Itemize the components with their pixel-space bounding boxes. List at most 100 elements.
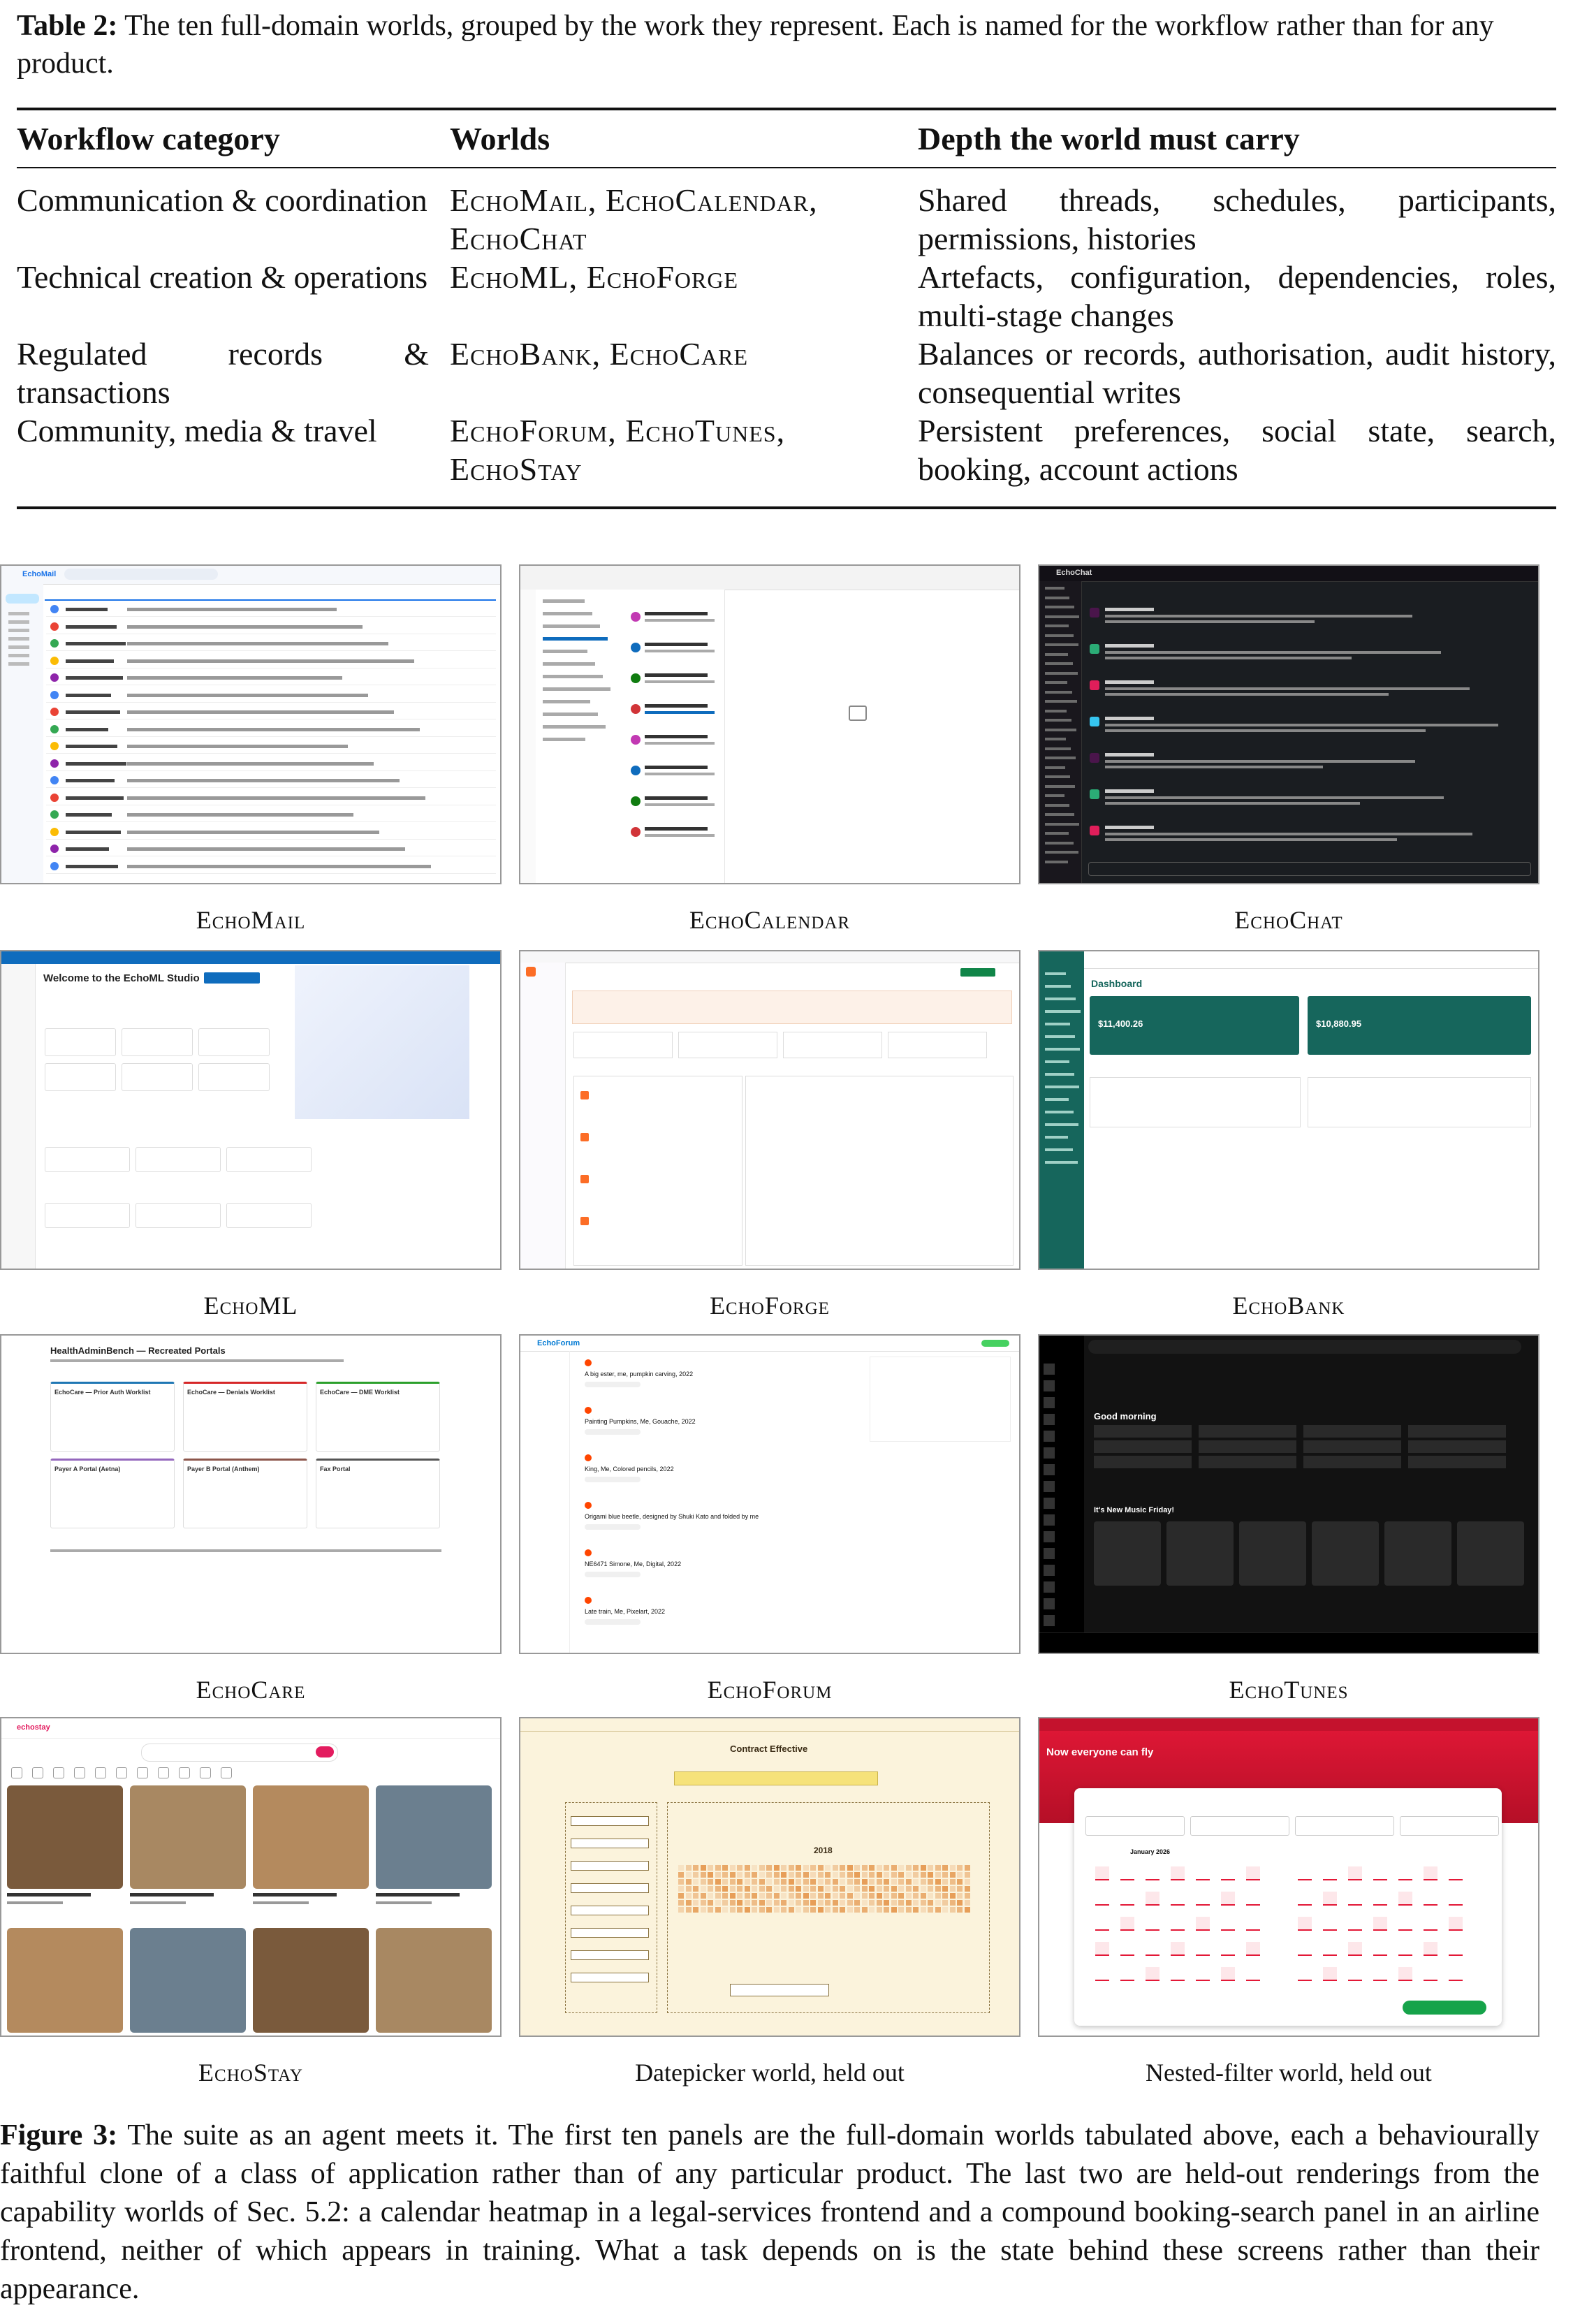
heatmap-cell xyxy=(854,1907,860,1913)
heatmap-cell xyxy=(708,1879,713,1885)
heatmap-cell xyxy=(773,1865,780,1871)
bank-nav-item xyxy=(1045,1161,1078,1164)
heatmap-cell xyxy=(744,1900,750,1906)
calendar-day xyxy=(1398,1967,1412,1981)
post-title: Origami blue beetle, designed by Shuki K… xyxy=(585,1513,759,1520)
heatmap-cell xyxy=(715,1907,721,1913)
mail-subject xyxy=(127,693,368,697)
chat-line xyxy=(1105,620,1315,623)
heatmap-cell xyxy=(891,1907,897,1913)
heatmap-cell xyxy=(744,1907,750,1913)
forge-banner xyxy=(572,991,1012,1024)
stat-card xyxy=(573,1032,673,1058)
calendar-day xyxy=(1323,1967,1337,1981)
calendar-day xyxy=(1246,1866,1260,1880)
library-cover xyxy=(1044,1397,1055,1408)
channel-item xyxy=(1045,851,1078,854)
heatmap-cell xyxy=(905,1865,912,1871)
calendar-day xyxy=(1095,1892,1109,1906)
create-workspace-button xyxy=(204,972,260,984)
avatar xyxy=(50,776,59,784)
heatmap-cell xyxy=(854,1879,860,1885)
tunes-search xyxy=(1088,1340,1521,1354)
figure-panel: EchoForge work starts here EchoForge xyxy=(519,950,1020,1320)
listing-meta xyxy=(130,1901,186,1904)
avatar xyxy=(50,742,59,750)
heatmap-cell xyxy=(817,1893,824,1899)
channel-item xyxy=(1045,681,1067,684)
care-subtitle-line xyxy=(50,1359,344,1362)
heatmap-cell xyxy=(905,1879,912,1885)
heatmap-cell xyxy=(905,1893,912,1899)
post-avatar xyxy=(585,1502,592,1509)
heatmap-cell xyxy=(840,1886,845,1892)
portal-card-title: Payer B Portal (Anthem) xyxy=(187,1466,260,1472)
mail-subject xyxy=(127,624,363,629)
bank-nav-item xyxy=(1045,972,1066,975)
quick-pick xyxy=(1303,1425,1401,1438)
bank-title: Dashboard xyxy=(1091,978,1143,989)
avatar xyxy=(631,735,641,745)
heatmap-cell xyxy=(766,1879,772,1885)
heatmap-cell xyxy=(898,1886,904,1892)
mail-row-divider xyxy=(46,770,496,771)
heatmap-cell xyxy=(744,1865,750,1871)
case-field xyxy=(571,1906,649,1915)
post-title: King, Me, Colored pencils, 2022 xyxy=(585,1466,674,1472)
heatmap-cell xyxy=(773,1872,780,1878)
heatmap-cell xyxy=(854,1893,860,1899)
listing-photo xyxy=(7,1928,123,2033)
library-cover xyxy=(1044,1498,1055,1509)
listing-photo xyxy=(130,1785,246,1889)
panel-label: EchoML xyxy=(203,1292,298,1320)
heatmap-cell xyxy=(810,1865,816,1871)
heatmap-cell xyxy=(788,1886,794,1892)
avatar xyxy=(50,639,59,648)
heatmap-cell xyxy=(935,1879,941,1885)
avatar xyxy=(50,793,59,802)
avatar xyxy=(50,759,59,768)
heatmap-cell xyxy=(781,1886,786,1892)
chat-author xyxy=(1105,717,1154,720)
table-row: Regulated records & transactions EchoBank… xyxy=(17,335,1556,411)
chat-line xyxy=(1105,657,1352,659)
channel-item xyxy=(1045,587,1064,590)
heatmap-cell xyxy=(737,1907,742,1913)
heatmap-cell xyxy=(920,1907,926,1913)
heatmap-cell xyxy=(752,1865,757,1871)
heatmap-cell xyxy=(693,1865,698,1871)
quick-pick xyxy=(1199,1440,1296,1453)
heatmap-cell xyxy=(715,1879,721,1885)
post-actions xyxy=(585,1477,641,1482)
table-caption-text: The ten full-domain worlds, grouped by t… xyxy=(17,10,1494,80)
booking-field xyxy=(1190,1816,1289,1836)
portal-card-title: EchoCare — DME Worklist xyxy=(320,1389,400,1396)
savings-balance: $10,880.95 xyxy=(1316,1018,1362,1029)
avatar xyxy=(631,704,641,714)
category-icon xyxy=(116,1767,127,1778)
mail-subject xyxy=(127,710,394,714)
library-cover xyxy=(1044,1581,1055,1593)
chat-author xyxy=(1105,789,1154,793)
figure-panel: EchoCalendar xyxy=(519,564,1020,935)
heatmap-cell xyxy=(693,1872,698,1878)
mail-sender xyxy=(66,779,115,782)
heatmap-cell xyxy=(891,1886,897,1892)
calendar-day xyxy=(1449,1866,1463,1880)
heatmap-cell xyxy=(884,1879,889,1885)
library-cover xyxy=(1044,1548,1055,1559)
heatmap-cell xyxy=(722,1886,728,1892)
search-flights-button xyxy=(1403,2001,1486,2015)
heatmap-cell xyxy=(678,1879,684,1885)
heatmap-cell xyxy=(810,1886,816,1892)
mail-logo: EchoMail xyxy=(22,570,57,578)
heatmap-cell xyxy=(861,1893,868,1899)
panel-label: EchoChat xyxy=(1234,906,1343,934)
mail-sender xyxy=(66,830,121,834)
chat-logo: EchoChat xyxy=(1056,569,1092,577)
heatmap-cell xyxy=(825,1893,831,1899)
heatmap-cell xyxy=(722,1879,728,1885)
tutorial-card xyxy=(136,1203,221,1228)
category-icon xyxy=(95,1767,106,1778)
case-field xyxy=(571,1973,649,1982)
